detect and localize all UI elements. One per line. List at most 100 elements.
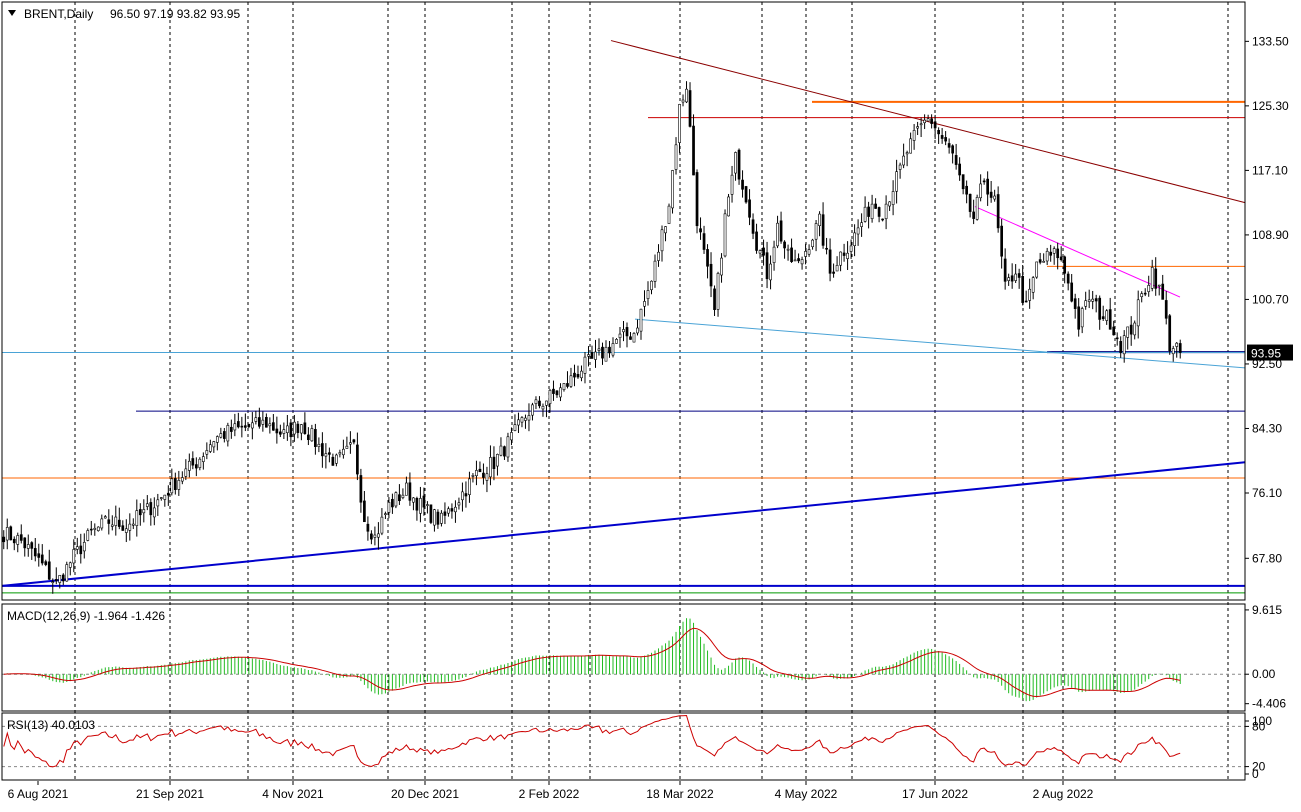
bull-candle: [5, 527, 9, 541]
bear-candle: [464, 493, 468, 497]
bear-candle: [279, 431, 282, 435]
trendline: [634, 318, 1246, 369]
bear-candle: [19, 534, 23, 541]
bear-candle: [958, 163, 961, 176]
bear-candle: [930, 118, 933, 124]
bull-candle: [1136, 299, 1140, 327]
macd-tick-label: -4.406: [1252, 697, 1286, 711]
bear-candle: [933, 121, 937, 129]
bull-candle: [1045, 250, 1049, 262]
bull-candle: [68, 562, 72, 568]
bull-candle: [349, 442, 352, 445]
price-tick-label: 125.30: [1252, 99, 1289, 113]
bull-candle: [468, 478, 471, 495]
bear-candle: [194, 464, 198, 469]
bear-candle: [1108, 309, 1112, 330]
trendline: [610, 40, 1246, 204]
bull-candle: [615, 339, 618, 344]
bull-candle: [870, 203, 874, 220]
bull-candle: [849, 245, 853, 252]
bull-candle: [499, 445, 503, 456]
bear-candle: [450, 508, 454, 512]
bull-candle: [786, 248, 790, 251]
bull-candle: [541, 406, 545, 410]
bull-candle: [835, 265, 839, 272]
bear-candle: [229, 426, 233, 432]
price-panel[interactable]: [1, 40, 1246, 594]
bull-candle: [177, 480, 181, 490]
price-tick-label: 133.50: [1252, 34, 1289, 48]
bull-candle: [426, 504, 429, 506]
bull-candle: [1122, 335, 1126, 355]
bear-candle: [972, 211, 975, 219]
bear-candle: [790, 247, 793, 262]
chart-window[interactable]: 133.50 125.30 117.10 108.90 100.70 92.50 84.30…: [0, 0, 1301, 807]
bear-candle: [314, 429, 317, 447]
bull-candle: [131, 523, 135, 526]
bear-candle: [149, 502, 153, 516]
bear-candle: [713, 288, 716, 310]
bear-candle: [629, 336, 632, 340]
bull-candle: [142, 509, 146, 514]
bull-candle: [1052, 248, 1056, 254]
macd-tick-label: 9.615: [1252, 603, 1282, 617]
bull-candle: [1007, 277, 1011, 281]
bull-candle: [520, 417, 524, 423]
bull-candle: [447, 508, 450, 514]
bear-candle: [996, 194, 1000, 229]
bull-candle: [818, 213, 821, 226]
bear-candle: [1112, 326, 1116, 336]
bear-candle: [968, 193, 972, 212]
bull-candle: [342, 448, 345, 456]
bull-candle: [471, 475, 475, 477]
bear-candle: [590, 352, 594, 359]
bear-candle: [303, 422, 307, 434]
bull-candle: [317, 443, 321, 447]
bull-candle: [888, 201, 891, 207]
price-tick-label: 84.30: [1252, 421, 1282, 435]
bear-candle: [751, 219, 755, 234]
bear-candle: [1077, 306, 1081, 330]
x-tick-label: 21 Sep 2021: [136, 787, 204, 801]
bull-candle: [863, 206, 867, 222]
bull-candle: [685, 88, 688, 103]
bull-candle: [226, 425, 230, 442]
bull-candle: [975, 197, 979, 220]
bull-candle: [1175, 342, 1179, 347]
bear-candle: [601, 346, 604, 359]
bear-candle: [1010, 275, 1014, 282]
bear-candle: [555, 390, 559, 396]
bull-candle: [412, 497, 415, 503]
rsi-panel: [2, 714, 1245, 768]
bear-candle: [240, 425, 244, 428]
bear-candle: [415, 498, 419, 511]
bull-candle: [261, 419, 265, 425]
chart-svg[interactable]: 133.50125.30117.10108.90100.7092.5084.30…: [0, 0, 1301, 807]
bear-candle: [744, 186, 748, 203]
bear-candle: [1056, 248, 1060, 259]
bear-candle: [937, 129, 940, 135]
bull-candle: [548, 389, 552, 404]
bear-candle: [1094, 298, 1098, 302]
bear-candle: [874, 203, 877, 209]
bull-candle: [807, 249, 811, 255]
bull-candle: [839, 251, 842, 266]
rsi-label: RSI(13) 40.0103: [7, 718, 95, 732]
bear-candle: [23, 537, 27, 549]
bear-candle: [321, 443, 324, 457]
bull-candle: [419, 498, 422, 514]
bear-candle: [1063, 256, 1067, 274]
bull-candle: [180, 477, 184, 482]
bear-candle: [965, 185, 968, 195]
bear-candle: [1115, 337, 1119, 340]
bear-candle: [538, 400, 541, 407]
bull-candle: [723, 213, 727, 257]
bull-candle: [187, 460, 191, 471]
x-tick-label: 4 Nov 2021: [262, 787, 324, 801]
bear-candle: [408, 482, 412, 501]
bear-candle: [982, 180, 986, 183]
panel-frame: [1, 712, 1246, 781]
triangle-down-icon[interactable]: [8, 10, 16, 16]
bull-candle: [506, 436, 510, 458]
bear-candle: [443, 511, 447, 516]
